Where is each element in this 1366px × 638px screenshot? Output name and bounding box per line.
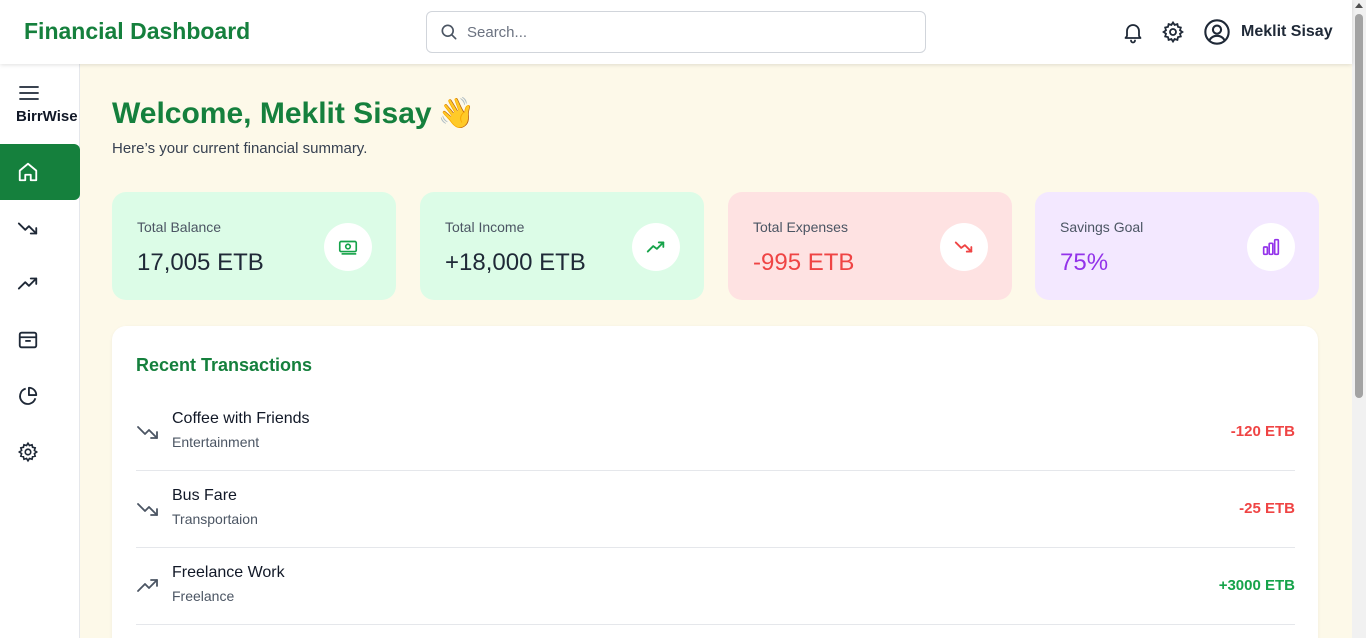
gear-icon[interactable]	[1161, 20, 1185, 44]
user-menu[interactable]: Meklit Sisay	[1203, 18, 1333, 46]
card-label: Total Income	[445, 219, 525, 235]
sidebar-item-reports[interactable]	[0, 368, 80, 424]
banknote-icon	[324, 223, 372, 271]
scroll-up-arrow-icon[interactable]	[1355, 3, 1363, 8]
card-label: Savings Goal	[1060, 219, 1144, 235]
panel-title: Recent Transactions	[136, 355, 313, 375]
card-value: 17,005 ETB	[137, 249, 264, 276]
card-savings-goal: Savings Goal 75%	[1035, 192, 1319, 300]
trending-down-icon	[940, 223, 988, 271]
card-total-expenses: Total Expenses -995 ETB	[728, 192, 1012, 300]
card-total-income: Total Income +18,000 ETB	[420, 192, 704, 300]
card-value: -995 ETB	[753, 249, 855, 276]
transaction-name: Coffee with Friends	[172, 410, 310, 427]
waving-hand-icon: 👋	[437, 97, 475, 130]
welcome-subtitle: Here’s your current financial summary.	[112, 140, 368, 157]
archive-icon	[18, 331, 38, 349]
search-icon	[441, 24, 457, 40]
card-value: 75%	[1060, 249, 1109, 276]
card-total-balance: Total Balance 17,005 ETB	[112, 192, 396, 300]
transaction-row[interactable]: Bus Fare Transportaion -25 ETB	[136, 471, 1295, 548]
home-icon	[18, 162, 38, 182]
trending-up-icon	[632, 223, 680, 271]
transaction-row[interactable]: Freelance Work Freelance +3000 ETB	[136, 548, 1295, 625]
search-input[interactable]	[467, 20, 907, 44]
transaction-amount: +3000 ETB	[1218, 577, 1295, 594]
sidebar-item-expenses[interactable]	[0, 200, 80, 256]
sidebar-item-income[interactable]	[0, 256, 80, 312]
app-title: Financial Dashboard	[24, 18, 251, 44]
search-box[interactable]	[426, 11, 926, 53]
transaction-category: Freelance	[172, 588, 235, 604]
trending-up-icon	[17, 277, 38, 290]
transaction-category: Entertainment	[172, 434, 260, 450]
transaction-amount: -25 ETB	[1239, 500, 1295, 517]
transaction-category: Transportaion	[172, 511, 258, 527]
trending-down-icon	[137, 426, 158, 439]
trending-down-icon	[17, 222, 38, 235]
card-value: +18,000 ETB	[445, 249, 586, 276]
transaction-name: Bus Fare	[172, 487, 237, 504]
user-circle-icon	[1204, 19, 1230, 45]
hamburger-menu-icon[interactable]	[18, 82, 40, 104]
welcome-heading: Welcome, Meklit Sisay 👋	[112, 96, 475, 131]
main-content: Welcome, Meklit Sisay 👋 Here’s your curre…	[80, 64, 1352, 638]
card-label: Total Expenses	[753, 219, 848, 235]
card-label: Total Balance	[137, 219, 222, 235]
user-name: Meklit Sisay	[1241, 23, 1333, 40]
welcome-text: Welcome, Meklit Sisay	[112, 97, 432, 130]
gear-icon	[17, 441, 39, 463]
sidebar-item-home[interactable]	[0, 144, 80, 200]
scrollbar-thumb[interactable]	[1355, 14, 1363, 398]
page-scrollbar[interactable]	[1352, 0, 1366, 638]
bar-chart-icon	[1247, 223, 1295, 271]
brand-name: BirrWise	[16, 108, 78, 125]
sidebar-item-budget[interactable]	[0, 312, 80, 368]
transaction-name: Freelance Work	[172, 564, 285, 581]
bell-icon[interactable]	[1121, 20, 1145, 44]
trending-down-icon	[137, 503, 158, 516]
trending-up-icon	[137, 579, 158, 592]
sidebar-item-settings[interactable]	[0, 424, 80, 480]
transaction-row[interactable]: Coffee with Friends Entertainment -120 E…	[136, 394, 1295, 471]
pie-chart-icon	[19, 386, 38, 405]
top-bar: Financial Dashboard Meklit Sisay	[0, 0, 1352, 64]
recent-transactions-panel: Recent Transactions Coffee with Friends …	[112, 326, 1318, 638]
transaction-amount: -120 ETB	[1230, 423, 1295, 440]
sidebar: BirrWise	[0, 64, 80, 638]
